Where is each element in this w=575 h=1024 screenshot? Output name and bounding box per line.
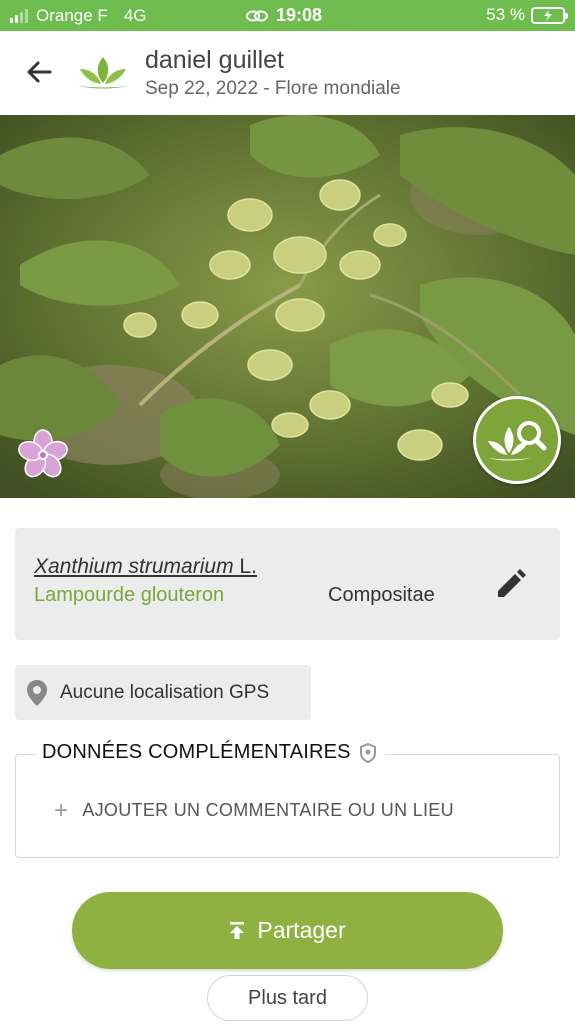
add-comment-button[interactable]: + AJOUTER UN COMMENTAIRE OU UN LIEU (54, 796, 454, 824)
identify-button[interactable] (473, 396, 561, 484)
observer-name: daniel guillet (145, 46, 284, 74)
gps-location-text: Aucune localisation GPS (60, 681, 270, 703)
later-button[interactable]: Plus tard (207, 975, 368, 1021)
status-bar: Orange F 4G 19:08 53 % (0, 0, 575, 31)
shield-icon (359, 742, 376, 763)
observation-date-flora: Sep 22, 2022 - Flore mondiale (145, 78, 401, 99)
extra-data-section: DONNÉES COMPLÉMENTAIRES + AJOUTER UN COM… (15, 741, 560, 858)
link-icon (246, 10, 268, 21)
extra-data-title: DONNÉES COMPLÉMENTAIRES (36, 741, 385, 764)
extra-data-title-text: DONNÉES COMPLÉMENTAIRES (42, 741, 351, 763)
upload-icon (230, 921, 245, 939)
pencil-icon[interactable] (493, 568, 527, 602)
status-left: Orange F 4G (10, 6, 147, 26)
scientific-name-author: L. (239, 555, 257, 578)
add-comment-label: AJOUTER UN COMMENTAIRE OU UN LIEU (82, 800, 454, 820)
scientific-name[interactable]: Xanthium strumarium L. (34, 555, 257, 579)
signal-icon (10, 9, 28, 23)
leaf-search-icon (487, 421, 547, 461)
share-label: Partager (257, 917, 346, 943)
common-name: Lampourde glouteron (34, 584, 225, 606)
gps-location-chip[interactable]: Aucune localisation GPS (15, 665, 311, 720)
later-label: Plus tard (248, 986, 327, 1009)
battery-icon (531, 6, 568, 24)
map-pin-icon (27, 679, 47, 706)
family-name: Compositae (328, 584, 435, 606)
header: daniel guillet Sep 22, 2022 - Flore mond… (0, 31, 575, 115)
battery-percent: 53 % (486, 5, 525, 24)
share-button[interactable]: Partager (72, 892, 503, 969)
flower-icon (18, 429, 68, 478)
carrier-label: Orange F (36, 6, 108, 25)
scientific-name-binomial: Xanthium strumarium (34, 555, 234, 578)
plantnet-leaf-icon (78, 57, 128, 89)
status-center: 19:08 (246, 5, 322, 26)
status-right: 53 % (486, 5, 568, 25)
back-arrow-icon[interactable] (22, 55, 56, 89)
clock: 19:08 (276, 5, 323, 25)
network-label: 4G (123, 6, 147, 25)
species-card[interactable]: Xanthium strumarium L. Lampourde glouter… (15, 528, 560, 640)
plus-icon: + (54, 796, 69, 824)
